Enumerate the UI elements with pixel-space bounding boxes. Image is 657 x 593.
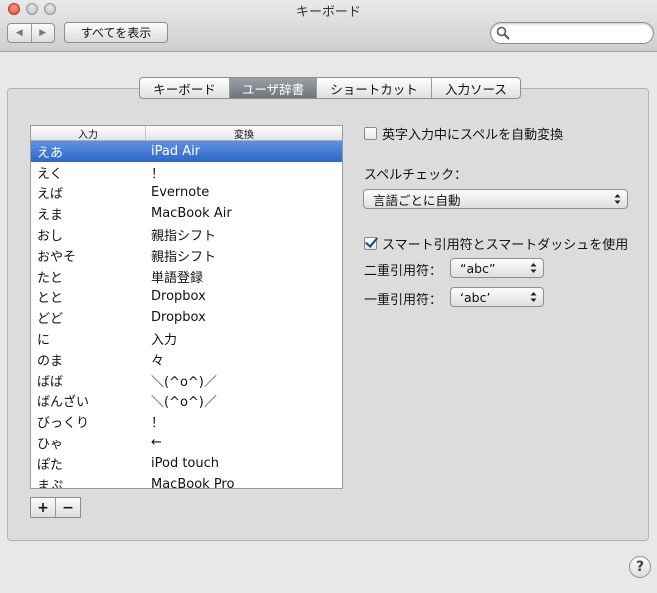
remove-entry-button[interactable]: − xyxy=(55,498,80,517)
auto-spell-correct-label: 英字入力中にスペルを自動変換 xyxy=(382,128,564,143)
cell-conversion: ！ xyxy=(151,166,165,182)
table-row[interactable]: どど Dropbox xyxy=(31,307,342,328)
back-button[interactable]: ◀ xyxy=(8,24,31,42)
tab-shortcuts[interactable]: ショートカット xyxy=(316,78,431,98)
spellcheck-value: 言語ごとに自動 xyxy=(373,192,461,208)
add-remove-control: + − xyxy=(30,497,81,518)
smart-quotes-checkbox[interactable]: スマート引用符とスマートダッシュを使用 xyxy=(364,234,628,253)
table-row[interactable]: びっくり ！ xyxy=(31,411,342,432)
double-quote-popup[interactable]: “abc” xyxy=(450,258,544,278)
table-row[interactable]: ばば ＼(^o^)／ xyxy=(31,370,342,391)
cell-input: えあ xyxy=(37,145,64,161)
cell-conversion: 入力 xyxy=(151,333,178,349)
help-button[interactable]: ? xyxy=(629,556,651,578)
table-row[interactable]: のま 々 xyxy=(31,349,342,370)
column-header-conversion[interactable]: 変換 xyxy=(146,126,342,141)
search-field[interactable] xyxy=(490,22,654,44)
search-input[interactable] xyxy=(513,25,651,43)
cell-conversion: iPad Air xyxy=(151,143,201,159)
cell-input: ぽた xyxy=(37,457,64,473)
table-header: 入力 変換 xyxy=(31,126,342,141)
cell-input: どど xyxy=(37,312,64,328)
cell-conversion: 親指シフト xyxy=(151,229,217,245)
cell-input: とと xyxy=(37,291,64,307)
cell-input: たと xyxy=(37,270,64,286)
cell-input: おし xyxy=(37,229,64,245)
cell-conversion: Dropbox xyxy=(151,289,206,305)
tab-keyboard[interactable]: キーボード xyxy=(140,78,229,98)
chevron-updown-icon xyxy=(530,292,537,302)
cell-input: まぷ xyxy=(37,478,64,489)
table-row[interactable]: えま MacBook Air xyxy=(31,203,342,224)
auto-spell-correct-checkbox[interactable]: 英字入力中にスペルを自動変換 xyxy=(364,124,563,143)
cell-input: えく xyxy=(37,166,63,182)
table-row[interactable]: おやそ 親指シフト xyxy=(31,245,342,266)
column-header-input[interactable]: 入力 xyxy=(31,126,146,141)
spellcheck-label: スペルチェック： xyxy=(364,168,468,183)
cell-input: ばば xyxy=(37,374,64,390)
cell-conversion: MacBook Pro xyxy=(151,476,235,489)
cell-input: びっくり xyxy=(37,416,90,432)
cell-input: に xyxy=(37,333,51,349)
cell-conversion: 々 xyxy=(151,353,165,369)
show-all-button[interactable]: すべてを表示 xyxy=(64,22,168,43)
cell-input: おやそ xyxy=(37,249,77,265)
checkbox-box[interactable] xyxy=(364,237,377,250)
cell-input: のま xyxy=(37,353,64,369)
cell-conversion: 親指シフト xyxy=(151,249,217,265)
table-row[interactable]: ばんざい ＼(^o^)／ xyxy=(31,391,342,412)
spellcheck-popup[interactable]: 言語ごとに自動 xyxy=(363,189,628,209)
cell-conversion: 単語登録 xyxy=(151,270,204,286)
cell-input: えま xyxy=(37,208,64,224)
cell-conversion: Dropbox xyxy=(151,310,206,326)
tab-bar: キーボード ユーザ辞書 ショートカット 入力ソース xyxy=(139,77,521,99)
cell-input: ばんざい xyxy=(37,395,90,411)
checkbox-box[interactable] xyxy=(364,127,377,140)
table-row[interactable]: えく ！ xyxy=(31,162,342,183)
single-quote-popup[interactable]: ‘abc’ xyxy=(450,287,544,307)
table-row[interactable]: とと Dropbox xyxy=(31,287,342,308)
cell-conversion: iPod touch xyxy=(151,455,220,471)
table-rows: えあ iPad Air えく！えば Evernote えま MacBook Air おし 親指… xyxy=(31,141,342,489)
table-row[interactable]: に 入力 xyxy=(31,328,342,349)
cell-conversion: ← xyxy=(151,435,162,451)
table-row[interactable]: おし 親指シフト xyxy=(31,224,342,245)
cell-conversion: Evernote xyxy=(151,185,210,201)
single-quote-value: ‘abc’ xyxy=(460,289,491,305)
cell-input: ひゃ xyxy=(37,437,64,453)
double-quote-label: 二重引用符： xyxy=(364,264,443,279)
add-entry-button[interactable]: + xyxy=(31,498,55,517)
chevron-updown-icon xyxy=(530,263,537,273)
cell-input: えば xyxy=(37,187,64,203)
search-icon xyxy=(496,26,510,40)
cell-conversion: MacBook Air xyxy=(151,206,232,222)
forward-button[interactable]: ▶ xyxy=(30,24,55,42)
back-forward-control: ◀ ▶ xyxy=(7,23,55,43)
table-row[interactable]: えば Evernote xyxy=(31,183,342,204)
cell-conversion: ！ xyxy=(151,416,165,432)
table-row[interactable]: ぽた iPod touch xyxy=(31,453,342,474)
double-quote-value: “abc” xyxy=(460,260,496,276)
cell-conversion: ＼(^o^)／ xyxy=(151,374,217,390)
chevron-updown-icon xyxy=(614,194,621,204)
single-quote-label: 一重引用符： xyxy=(364,293,443,308)
tab-user-dictionary[interactable]: ユーザ辞書 xyxy=(229,78,316,98)
title-bar: キーボード ◀ ▶ すべてを表示 xyxy=(0,0,657,52)
smart-quotes-label: スマート引用符とスマートダッシュを使用 xyxy=(382,238,629,253)
table-row[interactable]: たと 単語登録 xyxy=(31,266,342,287)
cell-conversion: ＼(^o^)／ xyxy=(151,395,217,411)
table-row[interactable]: えあ iPad Air xyxy=(31,141,342,162)
table-row[interactable]: まぷ MacBook Pro xyxy=(31,474,342,489)
table-row[interactable]: ひゃ ← xyxy=(31,432,342,453)
window-title: キーボード xyxy=(295,5,361,20)
tab-input-sources[interactable]: 入力ソース xyxy=(431,78,520,98)
dictionary-table[interactable]: 入力 変換 えあ iPad Air えく ！ えば Evernote えま MacBook A… xyxy=(30,125,343,489)
